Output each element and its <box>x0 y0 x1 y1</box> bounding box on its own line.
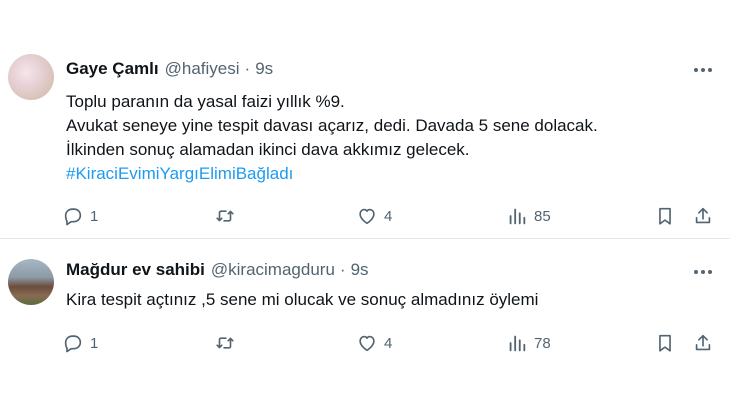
retweet-icon <box>216 337 234 349</box>
timestamp[interactable]: 9s <box>351 260 369 280</box>
views-icon <box>509 335 526 352</box>
share-button[interactable] <box>692 331 714 355</box>
author-handle[interactable]: @kiracimagduru <box>211 260 335 280</box>
tweet-text-line: Avukat seneye yine tespit davası açarız,… <box>66 116 598 135</box>
reply-button[interactable]: 1 <box>62 204 98 228</box>
retweet-button[interactable] <box>214 331 242 355</box>
reply-count: 1 <box>90 207 99 225</box>
share-icon <box>695 334 711 351</box>
bookmark-button[interactable] <box>654 204 676 228</box>
views-button[interactable]: 78 <box>506 331 551 355</box>
tweet-text-line: İlkinden sonuç alamadan ikinci dava akkı… <box>66 140 470 159</box>
tweet-text-line: Kira tespit açtınız ,5 sene mi olucak ve… <box>66 290 539 309</box>
author-handle[interactable]: @hafiyesi <box>165 59 240 79</box>
views-button[interactable]: 85 <box>506 204 551 228</box>
more-icon[interactable] <box>692 264 714 280</box>
retweet-button[interactable] <box>214 204 242 228</box>
avatar[interactable] <box>8 259 54 305</box>
author-name[interactable]: Mağdur ev sahibi <box>66 260 205 280</box>
author-name[interactable]: Gaye Çamlı <box>66 59 159 79</box>
tweet-text-line: Toplu paranın da yasal faizi yıllık %9. <box>66 92 345 111</box>
bookmark-button[interactable] <box>654 331 676 355</box>
separator: · <box>339 260 346 279</box>
tweet[interactable]: Gaye Çamlı @hafiyesi · 9s Toplu paranın … <box>0 42 730 238</box>
views-count: 85 <box>534 207 551 225</box>
bookmark-icon <box>659 207 671 225</box>
tweet-actions: 1 4 85 <box>56 204 716 228</box>
share-button[interactable] <box>692 204 714 228</box>
reply-button[interactable]: 1 <box>62 331 98 355</box>
share-icon <box>695 207 711 224</box>
tweet-text: Toplu paranın da yasal faizi yıllık %9. … <box>66 90 706 186</box>
reply-count: 1 <box>90 334 99 352</box>
like-icon <box>359 335 375 352</box>
tweet[interactable]: Mağdur ev sahibi @kiracimagduru · 9s Kir… <box>0 238 730 368</box>
like-icon <box>359 208 375 225</box>
reply-icon <box>64 335 82 353</box>
more-icon[interactable] <box>692 62 714 78</box>
like-count: 4 <box>384 334 393 352</box>
like-count: 4 <box>384 207 393 225</box>
views-icon <box>509 208 526 225</box>
reply-icon <box>64 208 82 226</box>
retweet-icon <box>216 210 234 222</box>
avatar[interactable] <box>8 54 54 100</box>
tweet-header: Mağdur ev sahibi @kiracimagduru · 9s <box>66 260 369 280</box>
timestamp[interactable]: 9s <box>255 59 273 79</box>
views-count: 78 <box>534 334 551 352</box>
like-button[interactable]: 4 <box>356 331 392 355</box>
separator: · <box>244 59 251 78</box>
hashtag-link[interactable]: #KiraciEvimiYargıElimiBağladı <box>66 162 706 186</box>
tweet-text: Kira tespit açtınız ,5 sene mi olucak ve… <box>66 288 706 312</box>
bookmark-icon <box>659 334 671 352</box>
tweet-actions: 1 4 78 <box>56 331 716 355</box>
tweet-header: Gaye Çamlı @hafiyesi · 9s <box>66 59 273 79</box>
like-button[interactable]: 4 <box>356 204 392 228</box>
